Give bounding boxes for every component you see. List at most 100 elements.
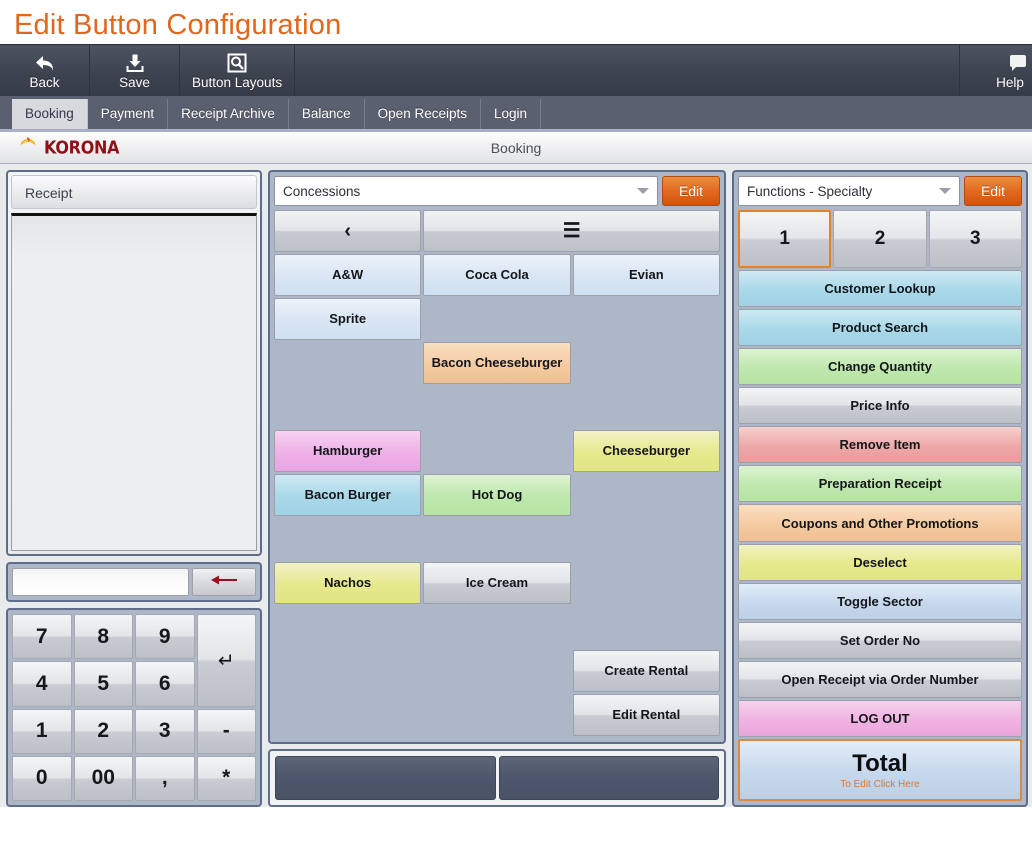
product-button-hot-dog[interactable]: Hot Dog [423,474,571,516]
product-layout-select[interactable]: Concessions [274,176,658,206]
footer-slot-1[interactable] [275,756,496,800]
product-button-hamburger[interactable]: Hamburger [274,430,422,472]
back-arrow-icon [34,52,56,74]
key-minus[interactable]: - [196,708,256,754]
function-button-list: Customer Lookup Product Search Change Quan… [738,270,1022,801]
product-nav-back-icon[interactable]: ‹ [274,210,422,252]
tab-open-receipts[interactable]: Open Receipts [364,99,481,129]
function-page-3[interactable]: 3 [928,210,1022,268]
product-button-evian[interactable]: Evian [572,254,720,296]
tab-balance[interactable]: Balance [288,99,365,129]
product-button-edit-rental[interactable]: Edit Rental [572,694,720,736]
function-page-2[interactable]: 2 [833,210,927,268]
product-nav-menu-icon[interactable]: ☰ [423,210,720,252]
help-button-label: Help [996,75,1024,90]
function-button-open-receipt-via-order-number[interactable]: Open Receipt via Order Number [738,660,1022,698]
key-7[interactable]: 7 [12,614,72,660]
function-button-deselect[interactable]: Deselect [738,543,1022,581]
save-icon [125,52,145,74]
help-button[interactable]: Help [960,45,1032,96]
middle-column: Concessions Edit ‹ ☰ A&W Coca Cola Evian Spri… [268,170,726,807]
product-button-a-w[interactable]: A&W [274,254,422,296]
save-button[interactable]: Save [90,45,180,96]
receipt-panel: Receipt [6,170,262,556]
product-button-cheeseburger[interactable]: Cheeseburger [572,430,720,472]
right-column: Functions - Specialty Edit 1 2 3 Custome… [732,170,1028,807]
receipt-title: Receipt [11,175,257,209]
toolbar-spacer [295,45,960,96]
entry-input[interactable] [12,568,189,596]
product-slot-empty [573,606,720,648]
function-button-coupons-and-other-promotions[interactable]: Coupons and Other Promotions [738,504,1022,542]
key-00[interactable]: 00 [73,755,133,801]
product-selector-row: Concessions Edit [274,176,720,206]
product-slot-empty [274,650,421,692]
footer-slot-2[interactable] [498,756,719,800]
function-button-set-order-no[interactable]: Set Order No [738,621,1022,659]
pos-header: KORONA Booking [0,132,1032,164]
product-slot-empty [573,518,720,560]
product-slot-empty [573,386,720,428]
product-footer-bar [268,749,726,807]
product-button-sprite[interactable]: Sprite [274,298,422,340]
key-2[interactable]: 2 [73,708,133,754]
receipt-item-list[interactable] [11,213,257,551]
function-edit-button[interactable]: Edit [964,176,1022,206]
product-button-bacon-cheeseburger[interactable]: Bacon Cheeseburger [423,342,571,384]
product-slot-empty [274,518,421,560]
key-enter[interactable]: ↵ [196,614,256,707]
product-slot-empty [423,694,570,736]
key-5[interactable]: 5 [73,661,133,707]
product-button-coca-cola[interactable]: Coca Cola [423,254,571,296]
function-button-remove-item[interactable]: Remove Item [738,426,1022,464]
tab-login[interactable]: Login [480,99,542,129]
key-comma[interactable]: , [135,755,195,801]
function-button-total[interactable]: Total To Edit Click Here [738,738,1022,801]
function-button-product-search[interactable]: Product Search [738,309,1022,347]
product-slot-empty [423,650,570,692]
key-1[interactable]: 1 [12,708,72,754]
function-button-change-quantity[interactable]: Change Quantity [738,348,1022,386]
save-button-label: Save [119,75,150,90]
tab-booking[interactable]: Booking [12,99,88,129]
key-star[interactable]: * [196,755,256,801]
key-8[interactable]: 8 [73,614,133,660]
product-slot-empty [573,562,720,604]
key-4[interactable]: 4 [12,661,72,707]
chevron-down-icon [939,188,951,194]
magnifier-square-icon [227,52,247,74]
backspace-button[interactable] [192,568,256,596]
key-9[interactable]: 9 [135,614,195,660]
product-panel: Concessions Edit ‹ ☰ A&W Coca Cola Evian Spri… [268,170,726,744]
product-slot-empty [423,430,570,472]
function-panel: Functions - Specialty Edit 1 2 3 Custome… [732,170,1028,807]
product-slot-empty [423,386,570,428]
page-title: Edit Button Configuration [0,0,1032,44]
total-edit-hint: To Edit Click Here [840,778,920,790]
function-page-1[interactable]: 1 [738,210,832,268]
key-0[interactable]: 0 [12,755,72,801]
key-6[interactable]: 6 [135,661,195,707]
back-button[interactable]: Back [0,45,90,96]
function-button-price-info[interactable]: Price Info [738,387,1022,425]
product-button-ice-cream[interactable]: Ice Cream [423,562,571,604]
product-slot-empty [573,342,720,384]
product-edit-button[interactable]: Edit [662,176,720,206]
function-layout-select[interactable]: Functions - Specialty [738,176,960,206]
product-button-create-rental[interactable]: Create Rental [572,650,720,692]
tab-receipt-archive[interactable]: Receipt Archive [168,99,289,129]
product-button-nachos[interactable]: Nachos [274,562,422,604]
tab-payment[interactable]: Payment [87,99,169,129]
pos-header-title: Booking [490,139,542,156]
product-slot-empty [573,474,720,516]
function-button-customer-lookup[interactable]: Customer Lookup [738,270,1022,308]
key-3[interactable]: 3 [135,708,195,754]
product-button-bacon-burger[interactable]: Bacon Burger [274,474,422,516]
numeric-keypad: 7 8 9 ↵ 4 5 6 1 2 3 - 0 00 , * [12,614,256,801]
product-layout-select-value: Concessions [283,183,361,199]
function-button-log-out[interactable]: LOG OUT [738,699,1022,737]
function-button-toggle-sector[interactable]: Toggle Sector [738,582,1022,620]
button-layouts-button[interactable]: Button Layouts [180,45,296,96]
function-button-preparation-receipt[interactable]: Preparation Receipt [738,465,1022,503]
korona-logo: KORONA [0,136,119,159]
